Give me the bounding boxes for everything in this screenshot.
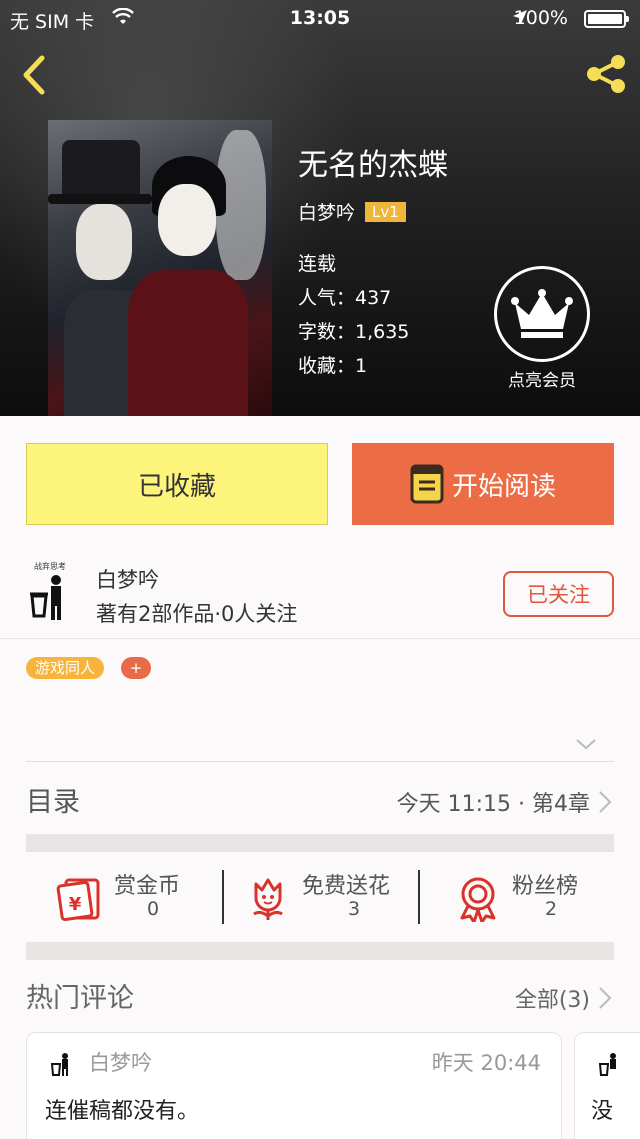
fan-ranking[interactable]: 粉丝榜 2 bbox=[454, 860, 614, 940]
battery-percent: 100% bbox=[513, 7, 568, 29]
section-separator bbox=[26, 942, 614, 960]
toc-title[interactable]: 目录 bbox=[26, 780, 80, 819]
comment-card[interactable]: 没 bbox=[574, 1032, 640, 1139]
rosette-icon bbox=[460, 877, 496, 922]
all-comments-label: 全部(3) bbox=[514, 988, 590, 1013]
divider bbox=[418, 870, 420, 924]
start-reading-button[interactable]: 开始阅读 bbox=[352, 443, 614, 525]
book-header: 无 SIM 卡 13:05 100% 无名的杰蝶 白梦吟 Lv1 连载 人气：4… bbox=[0, 0, 640, 416]
commenter-avatar[interactable] bbox=[49, 1047, 75, 1077]
divider bbox=[0, 638, 640, 639]
battery-icon bbox=[584, 10, 629, 28]
free-flowers[interactable]: 免费送花 3 bbox=[244, 860, 420, 940]
author-avatar[interactable]: 战弃思考 bbox=[26, 560, 74, 622]
commenter-avatar[interactable] bbox=[597, 1047, 623, 1077]
fan-ranking-label: 粉丝榜 bbox=[512, 874, 579, 899]
book-status: 连载 bbox=[298, 253, 337, 275]
status-bar: 无 SIM 卡 13:05 100% bbox=[0, 0, 640, 40]
book-title: 无名的杰蝶 bbox=[298, 148, 448, 183]
svg-text:¥: ¥ bbox=[69, 894, 82, 915]
hot-comments-title: 热门评论 bbox=[26, 983, 134, 1014]
book-cover-image bbox=[48, 120, 272, 416]
back-chevron-icon[interactable] bbox=[14, 50, 54, 100]
flower-icon bbox=[253, 878, 283, 920]
free-flowers-label: 免费送花 bbox=[302, 874, 391, 899]
favorited-button[interactable]: 已收藏 bbox=[26, 443, 328, 525]
add-tag-button[interactable]: + bbox=[121, 657, 151, 679]
book-word-count: 字数：1,635 bbox=[298, 321, 410, 343]
comment-text: 没 bbox=[591, 1099, 614, 1124]
book-icon bbox=[410, 464, 444, 504]
genre-tag[interactable]: 游戏同人 bbox=[26, 657, 105, 679]
comment-time: 昨天 20:44 bbox=[431, 1051, 541, 1075]
chevron-right-icon bbox=[599, 791, 612, 813]
book-author[interactable]: 白梦吟 bbox=[298, 198, 355, 225]
all-comments-link[interactable]: 全部(3) bbox=[515, 982, 612, 1014]
crown-icon bbox=[511, 289, 573, 338]
chevron-down-icon[interactable] bbox=[575, 736, 597, 752]
commenter-name[interactable]: 白梦吟 bbox=[89, 1047, 152, 1077]
start-reading-label: 开始阅读 bbox=[451, 471, 556, 502]
book-info: 无名的杰蝶 白梦吟 Lv1 连载 人气：437 字数：1,635 收藏：1 bbox=[298, 140, 448, 383]
comment-card[interactable]: 白梦吟 昨天 20:44 连催稿都没有。 bbox=[26, 1032, 562, 1139]
vip-button[interactable]: 点亮会员 bbox=[494, 266, 590, 391]
chevron-right-icon bbox=[599, 987, 612, 1009]
comment-text: 连催稿都没有。 bbox=[45, 1099, 200, 1124]
divider bbox=[26, 761, 614, 762]
favorited-label: 已收藏 bbox=[137, 471, 216, 502]
toc-latest-link[interactable]: 今天 11:15 · 第4章 bbox=[397, 786, 612, 818]
author-stats: 著有2部作品·0人关注 bbox=[96, 602, 298, 626]
reward-coins-label: 赏金币 bbox=[114, 874, 181, 899]
fan-ranking-value: 2 bbox=[544, 898, 558, 920]
follow-button[interactable]: 已关注 bbox=[503, 571, 614, 617]
free-flowers-value: 3 bbox=[347, 898, 361, 920]
support-stats: ¥ 赏金币 0 免费送花 3 粉丝榜 2 bbox=[26, 860, 614, 940]
book-popularity: 人气：437 bbox=[298, 287, 392, 309]
author-name[interactable]: 白梦吟 bbox=[96, 564, 159, 594]
vip-label: 点亮会员 bbox=[508, 371, 576, 391]
reward-coins[interactable]: ¥ 赏金币 0 bbox=[56, 860, 216, 940]
toc-latest-chapter: 今天 11:15 · 第4章 bbox=[396, 792, 590, 817]
level-badge: Lv1 bbox=[365, 201, 406, 222]
red-envelope-icon: ¥ bbox=[56, 878, 100, 922]
reward-coins-value: 0 bbox=[146, 898, 160, 920]
divider bbox=[222, 870, 224, 924]
follow-label: 已关注 bbox=[527, 583, 590, 607]
section-separator bbox=[26, 834, 614, 852]
avatar-caption: 战弃思考 bbox=[34, 561, 66, 571]
book-favorites: 收藏：1 bbox=[298, 355, 368, 377]
share-icon[interactable] bbox=[582, 50, 630, 98]
